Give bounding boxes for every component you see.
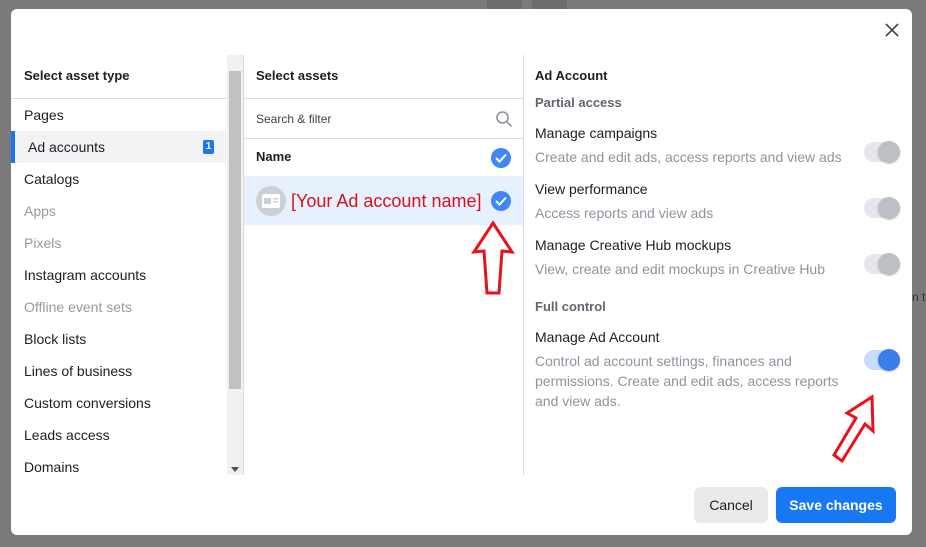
asset-type-label: Ad accounts — [28, 139, 106, 155]
toggle-knob — [878, 197, 900, 219]
asset-type-leads-access[interactable]: Leads access — [11, 419, 227, 451]
asset-type-title: Select asset type — [11, 55, 227, 99]
select-all-check-icon[interactable] — [491, 148, 511, 168]
search-icon[interactable] — [495, 110, 513, 133]
permission-title: Manage Ad Account — [535, 329, 660, 345]
asset-type-label: Instagram accounts — [24, 267, 147, 283]
scrollbar-thumb[interactable] — [229, 71, 241, 389]
asset-type-instagram-accounts[interactable]: Instagram accounts — [11, 259, 227, 291]
annotation-arrow-icon — [832, 394, 875, 464]
ad-account-icon — [256, 186, 286, 216]
toggle-knob — [878, 141, 900, 163]
permissions-title: Ad Account — [535, 68, 608, 83]
asset-type-list: Pages Ad accounts 1 Catalogs Apps Pixels … — [11, 99, 227, 483]
annotation-arrow-icon — [471, 220, 515, 295]
scroll-down-arrow-icon[interactable] — [231, 467, 239, 472]
asset-type-label: Pages — [24, 107, 64, 123]
manage-ad-account-toggle[interactable] — [864, 349, 900, 371]
search-input[interactable] — [256, 111, 476, 126]
asset-type-block-lists[interactable]: Block lists — [11, 323, 227, 355]
asset-check-icon[interactable] — [491, 191, 511, 211]
assets-title: Select assets — [244, 55, 523, 99]
asset-type-ad-accounts[interactable]: Ad accounts 1 — [11, 131, 227, 163]
asset-type-pages[interactable]: Pages — [11, 99, 227, 131]
asset-type-lines-of-business[interactable]: Lines of business — [11, 355, 227, 387]
permission-description: Access reports and view ads — [535, 205, 714, 221]
asset-type-label: Apps — [24, 203, 56, 219]
manage-creative-hub-toggle[interactable] — [864, 253, 900, 275]
view-performance-toggle[interactable] — [864, 197, 900, 219]
asset-type-label: Domains — [24, 459, 80, 475]
asset-type-label: Offline event sets — [24, 299, 132, 315]
asset-type-column: Select asset type Pages Ad accounts 1 Cat… — [11, 55, 243, 475]
permission-view-performance: View performance Access reports and view… — [524, 179, 912, 223]
permission-manage-campaigns: Manage campaigns Create and edit ads, ac… — [524, 123, 912, 167]
name-header-row[interactable]: Name — [244, 139, 523, 177]
permission-description: View, create and edit mockups in Creativ… — [535, 261, 826, 277]
asset-type-label: Catalogs — [24, 171, 80, 187]
asset-type-label: Custom conversions — [24, 395, 151, 411]
asset-type-custom-conversions[interactable]: Custom conversions — [11, 387, 227, 419]
asset-type-domains[interactable]: Domains — [11, 451, 227, 483]
background-text: n t — [912, 290, 926, 304]
asset-permissions-dialog: Select asset type Pages Ad accounts 1 Cat… — [11, 9, 912, 535]
name-header: Name — [256, 149, 292, 164]
asset-type-offline-event-sets: Offline event sets — [11, 291, 227, 323]
count-badge: 1 — [203, 140, 214, 154]
toggle-knob — [878, 349, 900, 371]
partial-access-title: Partial access — [535, 95, 622, 110]
asset-type-scrollbar[interactable] — [227, 55, 243, 475]
permission-description: Create and edit ads, access reports and … — [535, 149, 842, 165]
permission-title: View performance — [535, 181, 648, 197]
save-changes-button[interactable]: Save changes — [776, 487, 896, 523]
permission-description: Control ad account settings, finances an… — [535, 353, 839, 409]
asset-type-label: Lines of business — [24, 363, 133, 379]
permission-manage-creative-hub: Manage Creative Hub mockups View, create… — [524, 235, 912, 279]
full-control-title: Full control — [535, 299, 606, 314]
close-icon[interactable] — [881, 19, 903, 41]
search-row — [244, 99, 523, 139]
toggle-knob — [878, 253, 900, 275]
asset-type-catalogs[interactable]: Catalogs — [11, 163, 227, 195]
permission-title: Manage Creative Hub mockups — [535, 237, 732, 253]
asset-type-label: Block lists — [24, 331, 87, 347]
asset-name: [Your Ad account name] — [291, 190, 482, 211]
permission-title: Manage campaigns — [535, 125, 658, 141]
asset-type-apps: Apps — [11, 195, 227, 227]
manage-campaigns-toggle[interactable] — [864, 141, 900, 163]
cancel-button[interactable]: Cancel — [694, 487, 768, 523]
asset-type-pixels: Pixels — [11, 227, 227, 259]
asset-type-label: Leads access — [24, 427, 110, 443]
asset-type-label: Pixels — [24, 235, 62, 251]
